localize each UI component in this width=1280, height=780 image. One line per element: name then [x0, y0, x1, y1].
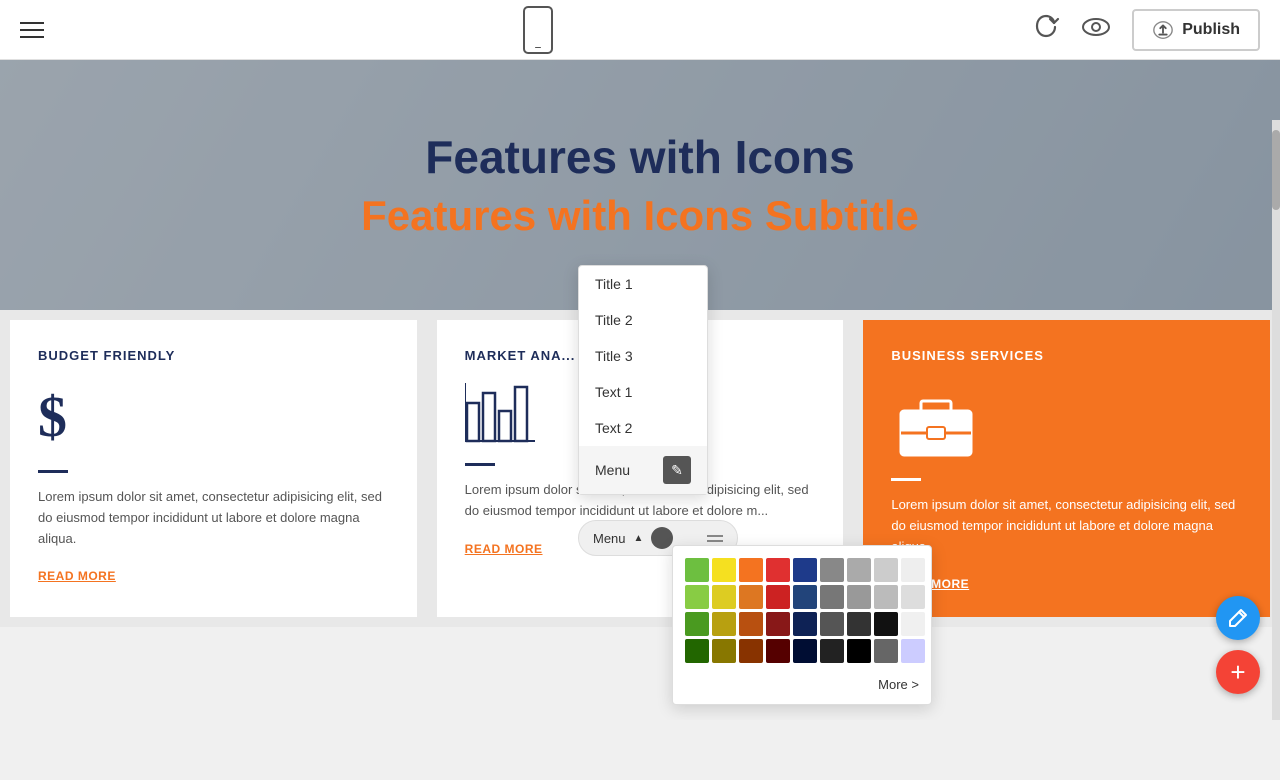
color-swatch[interactable]: [685, 639, 709, 663]
color-swatch[interactable]: [685, 612, 709, 636]
hamburger-menu-icon[interactable]: [20, 22, 44, 38]
color-swatch[interactable]: [766, 612, 790, 636]
edit-icon-button[interactable]: ✎: [663, 456, 691, 484]
scrollbar[interactable]: [1272, 120, 1280, 720]
color-swatch[interactable]: [712, 558, 736, 582]
chart-icon: [465, 383, 535, 443]
color-swatch[interactable]: [793, 558, 817, 582]
more-colors-button[interactable]: More >: [685, 673, 919, 692]
color-swatch[interactable]: [847, 585, 871, 609]
briefcase-icon: [891, 383, 981, 458]
color-swatch[interactable]: [685, 585, 709, 609]
budget-read-more-link[interactable]: READ MORE: [38, 569, 116, 583]
color-swatch[interactable]: [820, 585, 844, 609]
lines-icon: [707, 535, 723, 542]
dropdown-item-title2[interactable]: Title 2: [579, 302, 707, 338]
market-read-more-link[interactable]: READ MORE: [465, 542, 543, 556]
menu-bar-label: Menu: [593, 531, 626, 546]
color-swatch[interactable]: [739, 558, 763, 582]
publish-label: Publish: [1182, 21, 1240, 39]
color-swatch[interactable]: [874, 612, 898, 636]
budget-card-divider: [38, 470, 68, 473]
color-swatch[interactable]: [766, 585, 790, 609]
color-swatch[interactable]: [901, 558, 925, 582]
toolbar-right: Publish: [1032, 9, 1260, 51]
toolbar-center: [523, 6, 553, 54]
color-swatch[interactable]: [874, 639, 898, 663]
scrollbar-thumb[interactable]: [1272, 130, 1280, 210]
dropdown-item-text1[interactable]: Text 1: [579, 374, 707, 410]
color-swatch[interactable]: [820, 639, 844, 663]
color-swatch[interactable]: [766, 639, 790, 663]
dropdown-item-title3[interactable]: Title 3: [579, 338, 707, 374]
business-card-text: Lorem ipsum dolor sit amet, consectetur …: [891, 495, 1242, 557]
budget-card: BUDGET FRIENDLY $ Lorem ipsum dolor sit …: [10, 320, 417, 617]
color-swatch[interactable]: [793, 585, 817, 609]
fab-pen-button[interactable]: [1216, 596, 1260, 640]
color-swatch[interactable]: [712, 639, 736, 663]
color-swatch[interactable]: [820, 558, 844, 582]
context-dropdown-menu: Title 1 Title 2 Title 3 Text 1 Text 2 Me…: [578, 265, 708, 495]
hero-title: Features with Icons: [425, 130, 854, 184]
toolbar: Publish: [0, 0, 1280, 60]
business-card-title: BUSINESS SERVICES: [891, 348, 1242, 363]
undo-icon[interactable]: [1032, 13, 1060, 47]
color-swatch[interactable]: [847, 558, 871, 582]
business-card-divider: [891, 478, 921, 481]
color-swatch[interactable]: [901, 612, 925, 636]
chevron-up-icon: ▲: [634, 533, 644, 544]
toolbar-left: [20, 22, 44, 38]
color-swatch[interactable]: [739, 639, 763, 663]
color-swatch[interactable]: [901, 639, 925, 663]
fab-plus-button[interactable]: +: [1216, 650, 1260, 694]
color-swatch[interactable]: [712, 612, 736, 636]
page-content: Features with Icons Features with Icons …: [0, 60, 1280, 720]
dropdown-item-title1[interactable]: Title 1: [579, 266, 707, 302]
preview-icon[interactable]: [1080, 15, 1112, 44]
color-swatch[interactable]: [739, 585, 763, 609]
color-swatch[interactable]: [712, 585, 736, 609]
color-swatch[interactable]: [766, 558, 790, 582]
color-swatch[interactable]: [847, 639, 871, 663]
color-swatch[interactable]: [793, 612, 817, 636]
market-card-divider: [465, 463, 495, 466]
publish-button[interactable]: Publish: [1132, 9, 1260, 51]
color-swatch[interactable]: [793, 639, 817, 663]
hero-subtitle: Features with Icons Subtitle: [361, 192, 919, 240]
color-palette-picker: More >: [672, 545, 932, 705]
color-swatch[interactable]: [874, 585, 898, 609]
dropdown-item-text2[interactable]: Text 2: [579, 410, 707, 446]
color-swatch[interactable]: [685, 558, 709, 582]
dropdown-item-menu[interactable]: Menu ✎: [579, 446, 707, 494]
color-swatch[interactable]: [820, 612, 844, 636]
color-dot[interactable]: [651, 527, 673, 549]
budget-card-text: Lorem ipsum dolor sit amet, consectetur …: [38, 487, 389, 549]
color-grid: [685, 558, 919, 663]
color-swatch[interactable]: [901, 585, 925, 609]
budget-card-title: BUDGET FRIENDLY: [38, 348, 389, 363]
color-swatch[interactable]: [847, 612, 871, 636]
color-swatch[interactable]: [739, 612, 763, 636]
dollar-icon: $: [38, 383, 389, 450]
color-swatch[interactable]: [874, 558, 898, 582]
mobile-preview-icon[interactable]: [523, 6, 553, 54]
